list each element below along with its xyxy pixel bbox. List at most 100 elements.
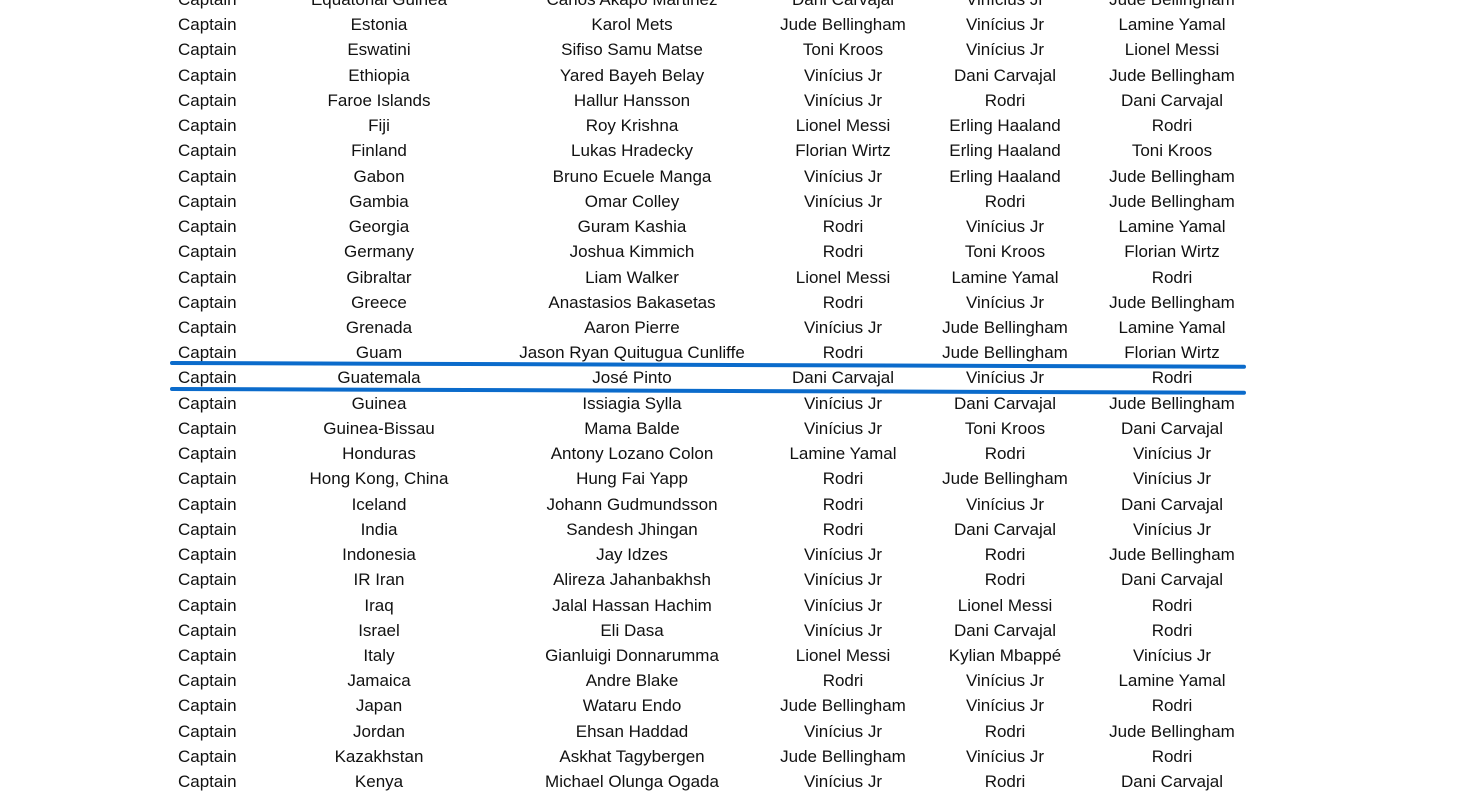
second-pick-cell: Vinícius Jr — [965, 494, 1045, 514]
country-cell: Iraq — [364, 595, 394, 615]
country-cell: Ethiopia — [348, 65, 410, 85]
first-pick-cell: Vinícius Jr — [803, 418, 883, 438]
country-cell: Fiji — [368, 116, 390, 136]
third-pick-cell: Jude Bellingham — [1109, 545, 1235, 565]
table-row: Captain Ethiopia Yared Bayeh Belay Vinícius… — [0, 63, 1467, 88]
role-cell: Captain — [178, 721, 237, 741]
captain-name-cell: José Pinto — [592, 368, 672, 388]
third-pick-cell: Jude Bellingham — [1109, 166, 1235, 186]
table-row: Captain Faroe Islands Hallur Hansson Viníci… — [0, 88, 1467, 113]
first-pick-cell: Lamine Yamal — [789, 444, 897, 464]
country-cell: Gambia — [349, 191, 409, 211]
role-cell: Captain — [178, 645, 237, 665]
country-cell: Japan — [355, 696, 403, 716]
third-pick-cell: Vinícius Jr — [1132, 645, 1212, 665]
second-pick-cell: Erling Haaland — [949, 116, 1061, 136]
role-cell: Captain — [178, 570, 237, 590]
table-row: Captain Equatorial Guinea Carlos Akapo Mar… — [0, 0, 1467, 12]
captain-name-cell: Johann Gudmundsson — [546, 494, 718, 514]
third-pick-cell: Lamine Yamal — [1118, 671, 1226, 691]
table-row: Captain Greece Anastasios Bakasetas Rodri Vi… — [0, 290, 1467, 315]
country-cell: Faroe Islands — [327, 90, 431, 110]
table-row: Captain Finland Lukas Hradecky Florian Wirt… — [0, 138, 1467, 163]
captain-name-cell: Joshua Kimmich — [569, 242, 695, 262]
first-pick-cell: Vinícius Jr — [803, 166, 883, 186]
role-cell: Captain — [178, 519, 237, 539]
third-pick-cell: Dani Carvajal — [1120, 570, 1224, 590]
role-cell: Captain — [178, 317, 237, 337]
first-pick-cell: Vinícius Jr — [803, 721, 883, 741]
captain-name-cell: Hung Fai Yapp — [576, 469, 688, 489]
country-cell: Hong Kong, China — [309, 469, 449, 489]
first-pick-cell: Rodri — [822, 469, 864, 489]
second-pick-cell: Dani Carvajal — [953, 620, 1057, 640]
third-pick-cell: Dani Carvajal — [1120, 418, 1224, 438]
second-pick-cell: Rodri — [984, 570, 1026, 590]
captain-name-cell: Sandesh Jhingan — [566, 519, 698, 539]
captain-name-cell: Jay Idzes — [596, 545, 668, 565]
captain-name-cell: Andre Blake — [585, 671, 679, 691]
second-pick-cell: Jude Bellingham — [942, 469, 1068, 489]
second-pick-cell: Jude Bellingham — [942, 343, 1068, 363]
role-cell: Captain — [178, 217, 237, 237]
country-cell: Gibraltar — [346, 267, 412, 287]
first-pick-cell: Rodri — [822, 217, 864, 237]
country-cell: Finland — [351, 141, 407, 161]
second-pick-cell: Vinícius Jr — [965, 368, 1045, 388]
country-cell: Italy — [363, 645, 395, 665]
country-cell: Kazakhstan — [334, 746, 424, 766]
captain-name-cell: Askhat Tagybergen — [559, 746, 705, 766]
role-cell: Captain — [178, 545, 237, 565]
captain-name-cell: Antony Lozano Colon — [550, 444, 714, 464]
table-row: Captain Eswatini Sifiso Samu Matse Toni Kro… — [0, 37, 1467, 62]
captain-name-cell: Michael Olunga Ogada — [545, 772, 719, 792]
table-row: Captain Fiji Roy Krishna Lionel Messi Erling… — [0, 113, 1467, 138]
third-pick-cell: Florian Wirtz — [1124, 343, 1220, 363]
second-pick-cell: Dani Carvajal — [953, 393, 1057, 413]
second-pick-cell: Toni Kroos — [964, 242, 1046, 262]
table-row: Captain Iceland Johann Gudmundsson Rodri Vin… — [0, 492, 1467, 517]
role-cell: Captain — [178, 393, 237, 413]
second-pick-cell: Vinícius Jr — [965, 292, 1045, 312]
third-pick-cell: Rodri — [1151, 746, 1193, 766]
table-row: Captain India Sandesh Jhingan Rodri Dani Car… — [0, 517, 1467, 542]
third-pick-cell: Rodri — [1151, 368, 1193, 388]
country-cell: Georgia — [348, 217, 410, 237]
first-pick-cell: Vinícius Jr — [803, 90, 883, 110]
table-row: Captain Gibraltar Liam Walker Lionel Messi L… — [0, 265, 1467, 290]
third-pick-cell: Toni Kroos — [1131, 141, 1213, 161]
first-pick-cell: Florian Wirtz — [795, 141, 891, 161]
first-pick-cell: Jude Bellingham — [780, 696, 906, 716]
second-pick-cell: Vinícius Jr — [965, 40, 1045, 60]
country-cell: Guinea-Bissau — [323, 418, 435, 438]
table-row: Captain Grenada Aaron Pierre Vinícius Jr Jud… — [0, 315, 1467, 340]
role-cell: Captain — [178, 191, 237, 211]
first-pick-cell: Vinícius Jr — [803, 545, 883, 565]
table-row: Captain Indonesia Jay Idzes Vinícius Jr Rodr… — [0, 542, 1467, 567]
country-cell: Gabon — [353, 166, 405, 186]
role-cell: Captain — [178, 40, 237, 60]
third-pick-cell: Rodri — [1151, 116, 1193, 136]
third-pick-cell: Dani Carvajal — [1120, 90, 1224, 110]
captain-name-cell: Hallur Hansson — [573, 90, 691, 110]
first-pick-cell: Vinícius Jr — [803, 620, 883, 640]
table-row: Captain Guinea-Bissau Mama Balde Vinícius J… — [0, 416, 1467, 441]
captain-name-cell: Wataru Endo — [582, 696, 682, 716]
table-row: Captain Gambia Omar Colley Vinícius Jr Rodri… — [0, 189, 1467, 214]
table-row: Captain Gabon Bruno Ecuele Manga Vinícius J… — [0, 164, 1467, 189]
table-row: Captain Germany Joshua Kimmich Rodri Toni Kr… — [0, 239, 1467, 264]
captain-name-cell: Liam Walker — [585, 267, 679, 287]
role-cell: Captain — [178, 746, 237, 766]
role-cell: Captain — [178, 267, 237, 287]
captain-name-cell: Gianluigi Donnarumma — [545, 645, 719, 665]
role-cell: Captain — [178, 166, 237, 186]
second-pick-cell: Lionel Messi — [957, 595, 1053, 615]
table-row: Captain Kenya Michael Olunga Ogada Vinícius… — [0, 769, 1467, 794]
country-cell: Eswatini — [347, 40, 411, 60]
first-pick-cell: Vinícius Jr — [803, 772, 883, 792]
third-pick-cell: Jude Bellingham — [1109, 721, 1235, 741]
third-pick-cell: Lamine Yamal — [1118, 317, 1226, 337]
captain-name-cell: Mama Balde — [584, 418, 680, 438]
role-cell: Captain — [178, 116, 237, 136]
role-cell: Captain — [178, 15, 237, 35]
